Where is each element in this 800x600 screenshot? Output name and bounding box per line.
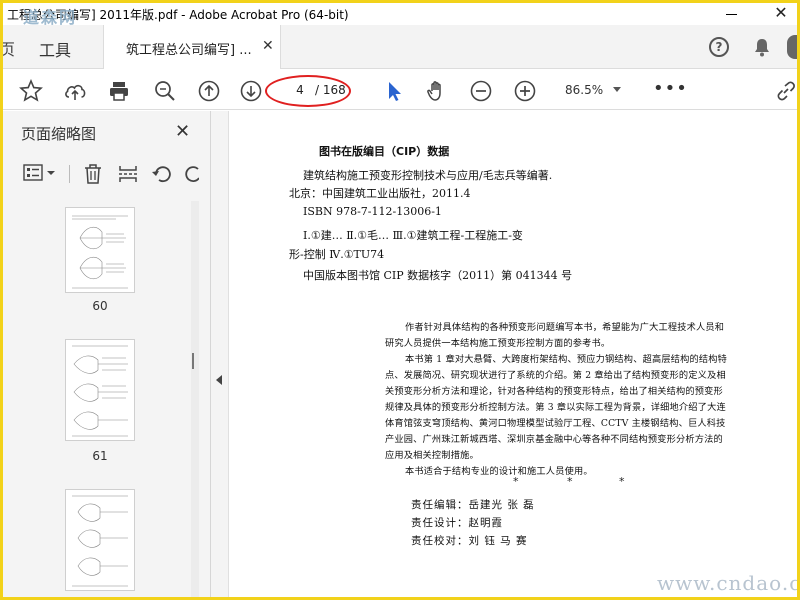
credit-line: 责任编辑：岳建光 张 磊 <box>411 499 535 511</box>
rotate-left-icon[interactable] <box>151 163 171 183</box>
cip-line: Ⅰ.①建… Ⅱ.①毛… Ⅲ.①建筑工程-工程施工-变 <box>303 229 523 242</box>
page-number-box[interactable]: 4 / 168 <box>283 79 346 101</box>
summary-line: 研究人员提供一本结构施工预变形控制方面的参考书。 <box>385 338 611 349</box>
page-up-icon[interactable] <box>197 79 220 102</box>
trash-icon[interactable] <box>83 163 103 184</box>
extract-pages-icon[interactable] <box>117 163 137 183</box>
page-total: / 168 <box>315 83 346 97</box>
zoom-search-icon[interactable] <box>153 79 175 101</box>
user-avatar-icon[interactable] <box>787 35 797 59</box>
thumbnail-page-number: 61 <box>92 449 108 463</box>
select-arrow-icon[interactable] <box>383 79 405 101</box>
hand-icon[interactable] <box>425 79 447 101</box>
cip-heading: 图书在版编目（CIP）数据 <box>319 145 450 158</box>
tab-close-button[interactable]: ✕ <box>262 38 274 54</box>
star-icon[interactable] <box>19 79 43 102</box>
panel-collapse-button[interactable] <box>211 111 229 597</box>
thumbnail-page-61[interactable] <box>65 339 135 441</box>
summary-line: 产业园、广州珠江新城西塔、深圳京基金融中心等各种不同结构预变形分析方法的 <box>385 434 723 445</box>
cip-line: 北京：中国建筑工业出版社，2011.4 <box>289 187 471 200</box>
minimize-button[interactable] <box>721 5 743 23</box>
options-menu-icon[interactable] <box>23 163 55 183</box>
thumbnail-page-number: 60 <box>92 299 108 313</box>
summary-line: 作者针对具体结构的各种预变形问题编写本书，希望能为广大工程技术人员和 <box>405 322 725 333</box>
summary-line: 点、发展简况、研究现状进行了系统的介绍。第 2 章给出了结构预变形的定义及相 <box>385 370 726 381</box>
panel-close-button[interactable]: ✕ <box>175 121 190 142</box>
star-separator: * <box>619 475 625 488</box>
bell-icon[interactable] <box>753 37 771 57</box>
cip-line: 中国版本图书馆 CIP 数据核字（2011）第 041344 号 <box>303 269 573 282</box>
cip-line: ISBN 978-7-112-13006-1 <box>303 205 442 218</box>
rotate-right-icon[interactable] <box>183 163 199 183</box>
thumbnail-scrollbar[interactable] <box>191 201 199 597</box>
tab-tools[interactable]: 工具 <box>39 37 71 61</box>
panel-divider <box>69 165 70 183</box>
page-current-input[interactable]: 4 <box>293 83 307 97</box>
cloud-upload-icon[interactable] <box>63 79 86 101</box>
star-separator: * <box>567 475 573 488</box>
credit-line: 责任设计：赵明霞 <box>411 517 503 529</box>
collapse-arrow-icon <box>216 375 222 385</box>
panel-title: 页面缩略图 <box>21 125 97 143</box>
thumbnail-panel: 页面缩略图 ✕ 60 61 <box>3 111 211 597</box>
zoom-out-icon[interactable] <box>469 79 492 102</box>
cip-line: 建筑结构施工预变形控制技术与应用/毛志兵等编著. <box>303 169 553 182</box>
star-separator: * <box>513 475 519 488</box>
summary-line: 应用及相关控制措施。 <box>385 450 479 461</box>
title-bar: 工程总公司编写] 2011年版.pdf - Adobe Acrobat Pro … <box>3 3 797 27</box>
thumbnail-list: 60 61 <box>3 201 199 597</box>
document-page: 图书在版编目（CIP）数据 建筑结构施工预变形控制技术与应用/毛志兵等编著. 北… <box>233 111 800 597</box>
zoom-in-icon[interactable] <box>513 79 536 102</box>
tab-bar: 页 工具 筑工程总公司编写] ... ✕ ? <box>3 25 797 69</box>
summary-line: 本书适合于结构专业的设计和施工人员使用。 <box>405 466 593 477</box>
summary-line: 规律及具体的预变形分析控制方法。第 3 章以实际工程为背景，详细地介绍了大连 <box>385 402 726 413</box>
tab-document[interactable]: 筑工程总公司编写] ... ✕ <box>103 25 281 69</box>
summary-line: 体育馆弦支穹顶结构、黄河口物理模型试验厅工程、CCTV 主楼钢结构、巨人科技 <box>385 418 726 429</box>
help-icon[interactable]: ? <box>709 37 729 57</box>
page-down-icon[interactable] <box>239 79 262 102</box>
print-icon[interactable] <box>107 79 129 101</box>
link-icon[interactable] <box>775 80 797 102</box>
panel-toolbar <box>3 155 211 189</box>
more-tools-button[interactable]: ••• <box>653 78 688 99</box>
toolbar: 4 / 168 86.5% ••• <box>3 70 797 110</box>
summary-line: 本书第 1 章对大悬臂、大跨度桁架结构、预应力钢结构、超高层结构的结构特 <box>405 354 728 365</box>
credit-line: 责任校对：刘 钰 马 赛 <box>411 535 528 547</box>
tab-home[interactable]: 页 <box>3 36 15 60</box>
thumbnail-page-62[interactable] <box>65 489 135 591</box>
scrollbar-grip[interactable] <box>192 353 194 369</box>
summary-line: 关预变形分析方法和理论，针对各种结构的预变形特点，给出了相关结构的预变形 <box>385 386 723 397</box>
watermark-bottom-right: www.cndao.com <box>657 571 800 595</box>
zoom-dropdown-icon[interactable] <box>613 87 621 92</box>
app-window: 工程总公司编写] 2011年版.pdf - Adobe Acrobat Pro … <box>0 0 800 600</box>
thumbnail-page-60[interactable] <box>65 207 135 293</box>
zoom-value[interactable]: 86.5% <box>565 83 603 97</box>
cip-line: 形-控制 Ⅳ.①TU74 <box>289 248 385 261</box>
window-close-button[interactable]: ✕ <box>769 3 793 23</box>
tab-document-label: 筑工程总公司编写] ... <box>126 43 252 58</box>
